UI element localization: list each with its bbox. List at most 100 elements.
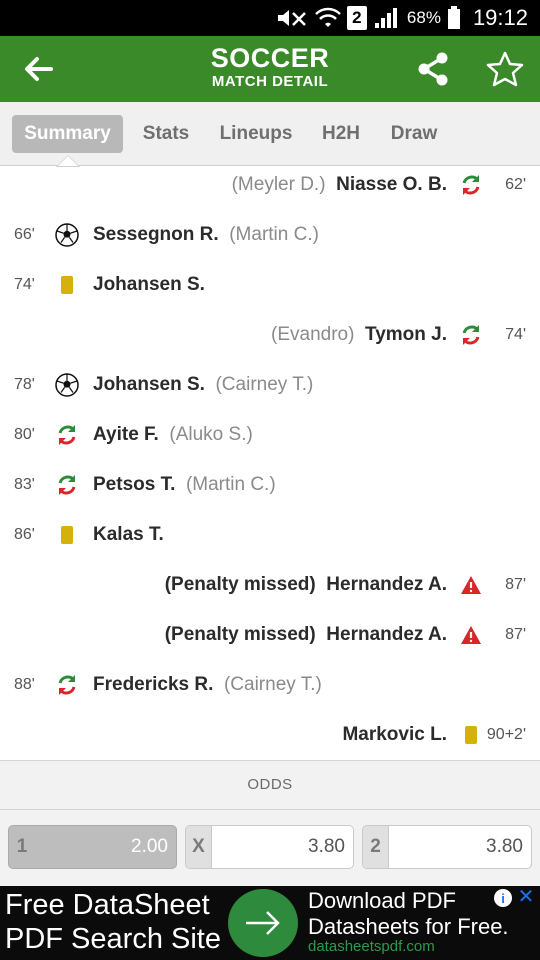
goal-icon [55,373,79,397]
substitution-icon [55,423,79,447]
event-player: Markovic L. [342,724,447,745]
event-player: Niasse O. B. [336,174,447,195]
event-row[interactable]: 90+2' Markovic L. [0,715,540,760]
page-title: SOCCER [210,43,330,73]
yellow-card-icon [55,523,79,547]
event-player: Kalas T. [93,524,164,545]
event-detail: (Penalty missed) [164,624,316,645]
event-text: Ayite F. (Aluko S.) [93,415,253,455]
event-text: (Evandro) Tymon J. [271,315,447,355]
yellow-card-icon [459,723,483,747]
event-minute: 78' [14,376,35,393]
ad-close-icon[interactable]: ✕ [516,887,536,908]
tab-h2h[interactable]: H2H [316,115,366,153]
substitution-icon [459,173,483,197]
tab-bar: Summary Stats Lineups H2H Draw [0,102,540,166]
event-detail: (Martin C.) [185,474,276,495]
odds-home-button[interactable]: 1 2.00 [8,825,177,869]
event-row[interactable]: 87' (Penalty missed) Hernandez A. [0,615,540,665]
event-row[interactable]: 62' (Meyler D.) Niasse O. B. [0,166,540,215]
event-minute: 83' [14,476,35,493]
event-row[interactable]: 88' Fredericks R. (Cairney T.) [0,665,540,715]
sim-slot-badge: 2 [346,6,367,30]
odds-draw-button[interactable]: X 3.80 [185,825,354,869]
ad-left-text: Free DataSheet PDF Search Site [5,888,221,956]
odds-value: 3.80 [486,836,523,857]
event-detail: (Evandro) [271,324,355,345]
event-row[interactable]: 87' (Penalty missed) Hernandez A. [0,565,540,615]
goal-icon [55,223,79,247]
ad-left-line2: PDF Search Site [5,923,221,955]
event-detail: (Aluko S.) [169,424,253,445]
odds-row: 1 2.00 X 3.80 2 3.80 [0,810,540,886]
tab-summary[interactable]: Summary [12,115,123,153]
signal-icon [373,6,401,30]
event-row[interactable]: 74' Johansen S. [0,265,540,315]
penalty-missed-icon [459,623,483,647]
event-detail: (Meyler D.) [231,174,326,195]
event-row[interactable]: 78' Johansen S. (Cairney T.) [0,365,540,415]
event-minute: 80' [14,426,35,443]
event-minute: 66' [14,226,35,243]
odds-value: 3.80 [308,836,345,857]
ad-arrow-button[interactable] [228,889,298,957]
ad-info-icon[interactable]: i [494,889,512,907]
arrow-right-icon [246,911,280,935]
event-minute: 86' [14,526,35,543]
tab-indicator [58,156,78,166]
event-minute: 87' [505,626,526,643]
match-events-list: 62' (Meyler D.) Niasse O. B. 66' Sessegnon … [0,166,540,760]
wifi-icon [315,7,341,29]
app-header: SOCCER MATCH DETAIL [0,36,540,102]
event-player: Fredericks R. [93,674,214,695]
event-row[interactable]: 74' (Evandro) Tymon J. [0,315,540,365]
share-button[interactable] [412,49,454,89]
event-row[interactable]: 80' Ayite F. (Aluko S.) [0,415,540,465]
penalty-missed-icon [459,573,483,597]
event-text: (Penalty missed) Hernandez A. [165,615,447,655]
odds-label: 1 [9,826,35,868]
ad-left-line1: Free DataSheet [5,889,210,921]
tab-draw[interactable]: Draw [385,115,443,153]
event-text: Kalas T. [93,515,164,555]
event-text: Markovic L. [342,715,447,755]
odds-heading: ODDS [0,760,540,810]
odds-label: 2 [363,826,389,868]
event-row[interactable]: 66' Sessegnon R. (Martin C.) [0,215,540,265]
event-minute: 74' [14,276,35,293]
ad-right-line1: Download PDF [308,888,456,913]
page-subtitle: MATCH DETAIL [211,73,329,90]
ad-right-line2: Datasheets for Free. [308,914,509,939]
event-minute: 87' [505,576,526,593]
tab-lineups[interactable]: Lineups [214,115,298,153]
favorite-button[interactable] [484,48,526,90]
ad-banner[interactable]: Free DataSheet PDF Search Site Download … [0,886,540,960]
event-detail: (Penalty missed) [164,574,316,595]
event-text: Petsos T. (Martin C.) [93,465,276,505]
event-player: Tymon J. [365,324,447,345]
event-row[interactable]: 86' Kalas T. [0,515,540,565]
event-minute: 90+2' [486,726,526,743]
event-row[interactable]: 83' Petsos T. (Martin C.) [0,465,540,515]
event-text: Sessegnon R. (Martin C.) [93,215,319,255]
share-icon [418,52,448,86]
event-text: Johansen S. [93,265,205,305]
event-text: (Meyler D.) Niasse O. B. [232,166,447,205]
odds-value: 2.00 [131,836,168,857]
event-text: Fredericks R. (Cairney T.) [93,665,322,705]
event-player: Sessegnon R. [93,224,219,245]
event-player: Hernandez A. [326,574,447,595]
event-player: Petsos T. [93,474,176,495]
odds-label: X [186,826,212,868]
event-minute: 74' [505,326,526,343]
tab-stats[interactable]: Stats [134,115,198,153]
event-player: Ayite F. [93,424,159,445]
odds-away-button[interactable]: 2 3.80 [362,825,532,869]
event-player: Johansen S. [93,274,205,295]
star-icon [486,51,524,87]
event-minute: 88' [14,676,35,693]
ad-url: datasheetspdf.com [308,938,435,955]
event-detail: (Cairney T.) [223,674,322,695]
event-player: Hernandez A. [326,624,447,645]
event-minute: 62' [505,176,526,193]
